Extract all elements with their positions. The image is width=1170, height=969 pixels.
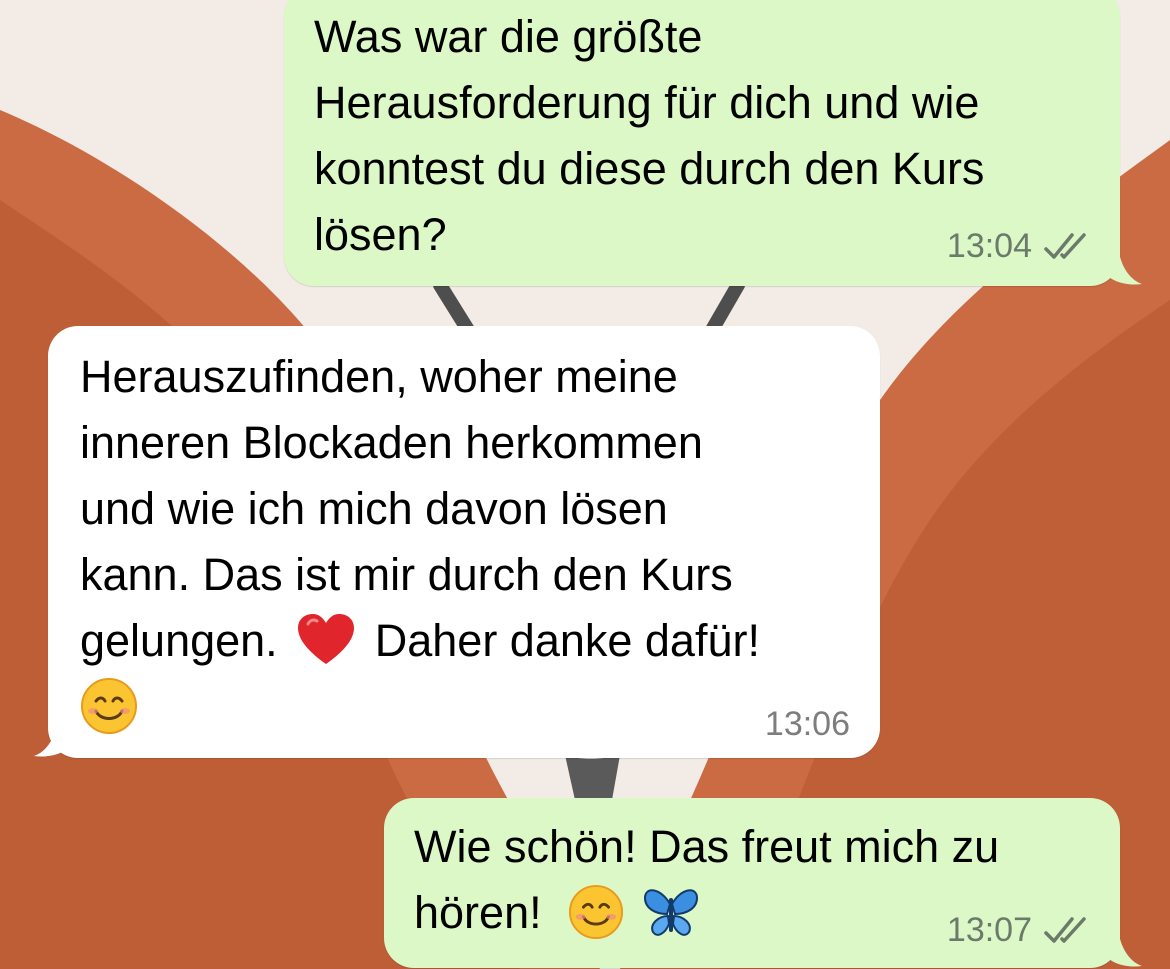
message-text: Wie schön! Das freut mich zu hören! xyxy=(414,814,999,946)
bubble-tail-outgoing xyxy=(1108,246,1142,285)
message-line xyxy=(80,674,760,740)
message-bubble-incoming[interactable]: Herauszufinden, woher meine inneren Bloc… xyxy=(48,326,880,758)
red-heart-emoji xyxy=(298,614,355,665)
message-text: Was war die größte Herausforderung für d… xyxy=(314,4,984,268)
message-time: 13:07 xyxy=(946,911,1032,949)
message-line: und wie ich mich davon lösen xyxy=(80,483,668,534)
message-meta: 13:04 xyxy=(947,226,1090,266)
message-fragment: Daher danke dafür! xyxy=(374,615,760,666)
message-line: Herauszufinden, woher meine xyxy=(80,351,678,402)
message-line: konntest du diese durch den Kurs xyxy=(314,143,985,194)
message-line: gelungen. Daher danke dafür! xyxy=(80,608,760,674)
message-bubble-outgoing[interactable]: Wie schön! Das freut mich zu hören! 13:0… xyxy=(384,798,1120,968)
message-line: Wie schön! Das freut mich zu xyxy=(414,821,1000,872)
message-text: Herauszufinden, woher meine inneren Bloc… xyxy=(80,344,760,740)
message-time: 13:06 xyxy=(764,705,850,743)
smiling-face-emoji xyxy=(569,885,624,940)
message-meta: 13:07 xyxy=(947,910,1090,950)
double-check-icon xyxy=(1044,233,1086,259)
smiling-face-emoji xyxy=(81,678,137,735)
butterfly-emoji xyxy=(643,889,698,936)
message-fragment: gelungen. xyxy=(80,615,278,666)
message-line: Herausforderung für dich und wie xyxy=(314,77,980,128)
message-line: inneren Blockaden herkommen xyxy=(80,417,703,468)
bubble-tail-incoming xyxy=(34,718,68,757)
message-bubble-outgoing[interactable]: Was war die größte Herausforderung für d… xyxy=(284,0,1120,286)
message-fragment: hören! xyxy=(414,887,542,938)
bubble-tail-outgoing xyxy=(1108,928,1142,967)
message-line: lösen? xyxy=(314,209,447,260)
message-line: Was war die größte xyxy=(314,11,703,62)
message-line: hören! xyxy=(414,880,999,946)
message-meta: 13:06 xyxy=(765,704,850,744)
double-check-icon xyxy=(1044,917,1086,943)
message-line: kann. Das ist mir durch den Kurs xyxy=(80,549,733,600)
message-time: 13:04 xyxy=(946,227,1032,265)
